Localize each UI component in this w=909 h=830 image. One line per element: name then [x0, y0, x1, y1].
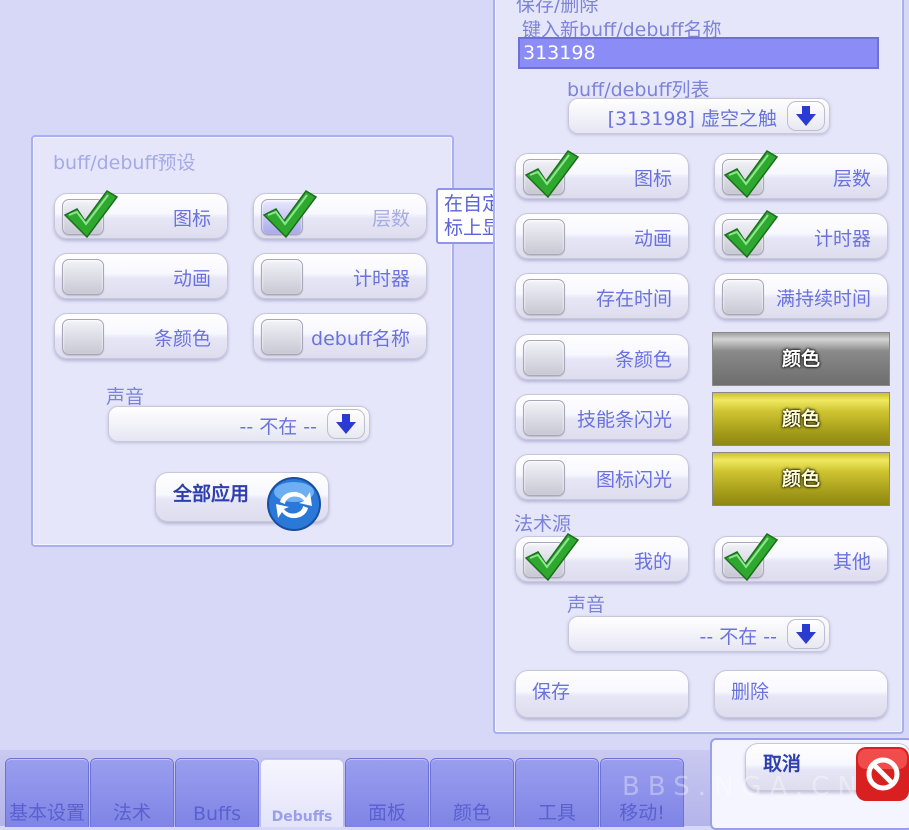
checkbox[interactable] [261, 199, 303, 235]
dropdown-arrow-button[interactable] [787, 101, 825, 131]
animation-toggle[interactable]: 动画 [515, 213, 689, 259]
preset-animation-toggle[interactable]: 动画 [54, 253, 228, 299]
stacks-toggle[interactable]: 层数 [714, 150, 888, 199]
preset-panel-title: buff/debuff预设 [53, 152, 196, 174]
preset-sound-dropdown[interactable]: -- 不在 -- [108, 406, 370, 442]
tab-panel[interactable]: 面板 [345, 758, 429, 827]
skillbar-flash-label: 技能条闪光 [576, 409, 672, 431]
tab-label: 工具 [537, 802, 576, 824]
preset-sound-value: -- 不在 -- [239, 416, 317, 438]
tab-label: 基本设置 [8, 802, 85, 824]
tab-tools[interactable]: 工具 [515, 758, 599, 827]
tab-label: 面板 [367, 802, 406, 824]
preset-debuffname-toggle[interactable]: debuff名称 [253, 313, 427, 359]
new-name-input[interactable]: 313198 [518, 37, 879, 69]
checkbox[interactable] [722, 159, 764, 195]
full-duration-toggle[interactable]: 满持续时间 [714, 273, 888, 319]
sound-label: 声音 [567, 594, 606, 616]
checkbox[interactable] [523, 340, 565, 376]
checkbox[interactable] [523, 159, 565, 195]
checkbox[interactable] [523, 460, 565, 496]
icon-flash-toggle[interactable]: 图标闪光 [515, 454, 689, 500]
barcolor-toggle[interactable]: 条颜色 [515, 334, 689, 380]
tab-basic-settings[interactable]: 基本设置 [5, 758, 89, 827]
buff-list-value: [313198] 虚空之触 [607, 108, 777, 130]
skillbar-flash-color-button[interactable]: 颜色 [712, 392, 890, 446]
tab-label: Buffs [192, 803, 242, 825]
preset-barcolor-toggle[interactable]: 条颜色 [54, 313, 228, 359]
icon-flash-label: 图标闪光 [595, 469, 672, 491]
tab-label: 颜色 [452, 802, 491, 824]
arrow-down-icon [796, 624, 816, 644]
delete-button[interactable]: 删除 [714, 670, 888, 718]
timer-toggle[interactable]: 计时器 [714, 210, 888, 259]
preset-stacks-toggle[interactable]: 层数 [253, 190, 427, 239]
exist-time-toggle[interactable]: 存在时间 [515, 273, 689, 319]
dropdown-arrow-button[interactable] [787, 619, 825, 649]
buff-list-dropdown[interactable]: [313198] 虚空之触 [568, 98, 830, 134]
checkbox[interactable] [62, 259, 104, 295]
timer-toggle-label: 计时器 [813, 228, 871, 250]
stacks-toggle-label: 层数 [832, 168, 871, 190]
arrow-down-icon [336, 414, 356, 434]
arrow-down-icon [796, 106, 816, 126]
preset-barcolor-label: 条颜色 [153, 328, 211, 350]
full-duration-label: 满持续时间 [775, 288, 871, 310]
save-label: 保存 [532, 681, 571, 703]
save-button[interactable]: 保存 [515, 670, 689, 718]
barcolor-swatch-button[interactable]: 颜色 [712, 332, 890, 386]
apply-all-label: 全部应用 [173, 483, 250, 505]
spell-source-label: 法术源 [514, 513, 572, 535]
preset-animation-label: 动画 [172, 268, 211, 290]
barcolor-label: 条颜色 [614, 349, 672, 371]
tab-label: 移动! [619, 802, 665, 824]
checkbox[interactable] [523, 542, 565, 578]
preset-icon-label: 图标 [172, 208, 211, 230]
preset-timer-toggle[interactable]: 计时器 [253, 253, 427, 299]
exist-time-label: 存在时间 [595, 288, 672, 310]
checkbox[interactable] [722, 219, 764, 255]
checkbox[interactable] [523, 400, 565, 436]
tab-spells[interactable]: 法术 [90, 758, 174, 827]
tab-debuffs[interactable]: Debuffs [260, 758, 344, 827]
checkbox[interactable] [261, 319, 303, 355]
checkbox[interactable] [523, 279, 565, 315]
source-mine-label: 我的 [633, 551, 672, 573]
refresh-icon [267, 477, 321, 531]
preset-icon-toggle[interactable]: 图标 [54, 190, 228, 239]
source-other-label: 其他 [832, 551, 871, 573]
tab-label: Debuffs [271, 809, 333, 825]
tab-label: 法术 [112, 802, 151, 824]
icon-toggle-label: 图标 [633, 168, 672, 190]
sound-dropdown[interactable]: -- 不在 -- [568, 616, 830, 652]
skillbar-flash-toggle[interactable]: 技能条闪光 [515, 394, 689, 440]
checkbox[interactable] [523, 219, 565, 255]
animation-toggle-label: 动画 [633, 228, 672, 250]
preset-stacks-label: 层数 [371, 208, 410, 230]
tab-buffs[interactable]: Buffs [175, 758, 259, 827]
preset-timer-label: 计时器 [352, 268, 410, 290]
checkbox[interactable] [62, 319, 104, 355]
preset-sound-label: 声音 [106, 386, 145, 408]
icon-flash-color-button[interactable]: 颜色 [712, 452, 890, 506]
tab-colors[interactable]: 颜色 [430, 758, 514, 827]
apply-all-button[interactable]: 全部应用 [155, 472, 329, 531]
new-name-value: 313198 [523, 42, 596, 64]
delete-label: 删除 [731, 681, 770, 703]
preset-debuffname-label: debuff名称 [311, 328, 410, 350]
watermark: BBS.NGA.CN [622, 772, 865, 802]
checkbox[interactable] [62, 199, 104, 235]
checkbox[interactable] [722, 542, 764, 578]
checkbox[interactable] [261, 259, 303, 295]
checkbox[interactable] [722, 279, 764, 315]
sound-value: -- 不在 -- [699, 626, 777, 648]
dropdown-arrow-button[interactable] [327, 409, 365, 439]
icon-toggle[interactable]: 图标 [515, 150, 689, 199]
source-other-toggle[interactable]: 其他 [714, 533, 888, 582]
source-mine-toggle[interactable]: 我的 [515, 533, 689, 582]
